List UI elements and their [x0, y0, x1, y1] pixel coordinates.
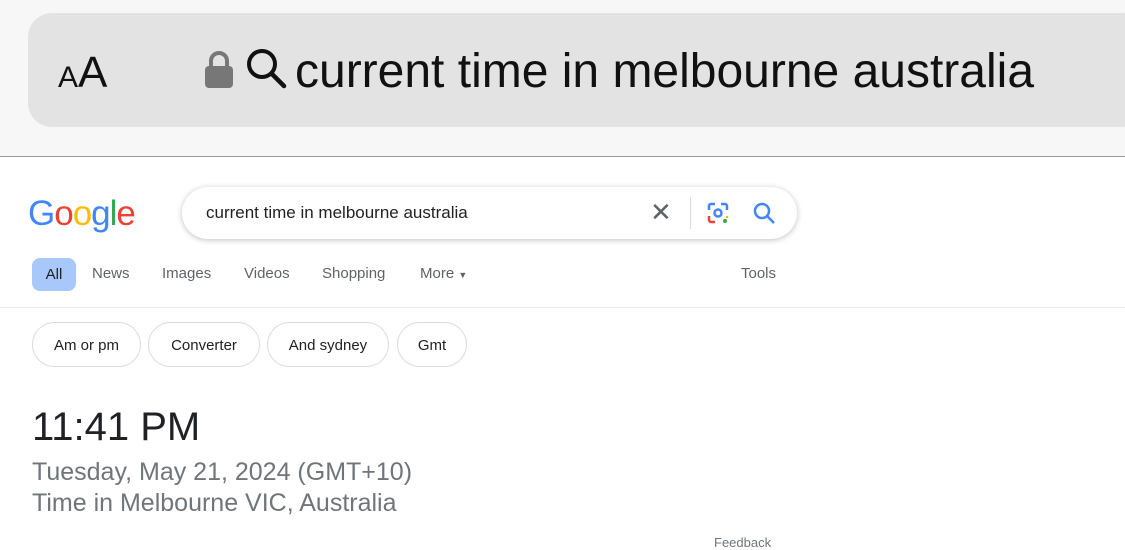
chip-gmt[interactable]: Gmt: [397, 322, 467, 367]
tab-videos[interactable]: Videos: [244, 265, 290, 282]
current-date: Tuesday, May 21, 2024 (GMT+10): [32, 458, 413, 486]
feedback-link[interactable]: Feedback: [714, 535, 771, 550]
search-input[interactable]: current time in melbourne australia: [206, 203, 468, 223]
chip-am-or-pm[interactable]: Am or pm: [32, 322, 141, 367]
tools-button[interactable]: Tools: [741, 265, 776, 282]
tab-more[interactable]: More ▼: [420, 265, 467, 282]
google-lens-icon[interactable]: [706, 201, 730, 225]
search-icon: [247, 49, 287, 89]
tab-news[interactable]: News: [92, 265, 130, 282]
divider: [690, 197, 691, 229]
browser-toolbar: AA current time in melbourne australia: [0, 0, 1125, 157]
url-text[interactable]: current time in melbourne australia: [295, 44, 1034, 99]
clear-icon[interactable]: ✕: [650, 197, 672, 228]
current-time: 11:41 PM: [32, 405, 201, 449]
caret-down-icon: ▼: [458, 270, 468, 280]
tab-images[interactable]: Images: [162, 265, 211, 282]
tab-more-label: More: [420, 265, 455, 282]
search-box[interactable]: current time in melbourne australia ✕: [182, 187, 797, 239]
search-tabs: All News Images Videos Shopping More ▼ T…: [0, 258, 1125, 308]
lock-icon: [205, 51, 233, 88]
search-submit-icon[interactable]: [752, 201, 776, 225]
tab-shopping[interactable]: Shopping: [322, 265, 385, 282]
text-size-button[interactable]: AA: [58, 48, 107, 98]
time-location: Time in Melbourne VIC, Australia: [32, 489, 397, 517]
chip-converter[interactable]: Converter: [148, 322, 260, 367]
chip-and-sydney[interactable]: And sydney: [267, 322, 389, 367]
google-logo[interactable]: Google: [28, 194, 136, 234]
tab-all[interactable]: All: [32, 258, 76, 291]
